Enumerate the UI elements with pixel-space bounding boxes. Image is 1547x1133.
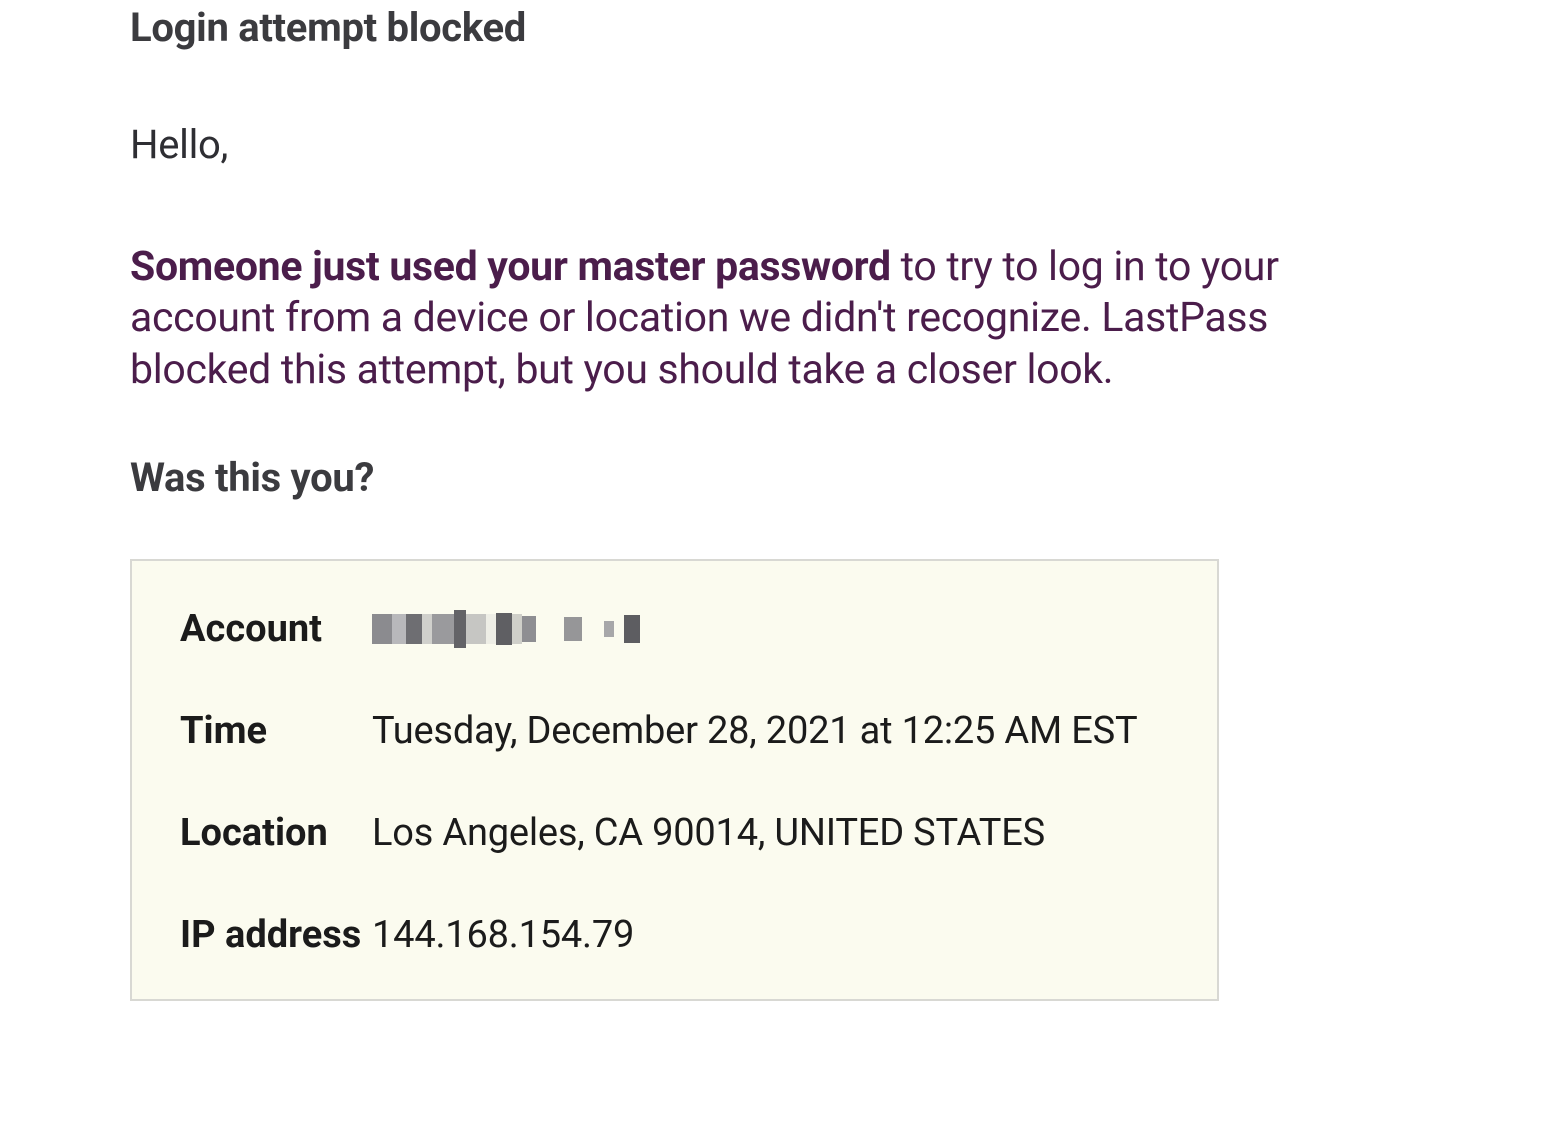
time-label: Time [180, 709, 372, 753]
time-value: Tuesday, December 28, 2021 at 12:25 AM E… [372, 709, 1137, 753]
warning-paragraph: Someone just used your master password t… [130, 242, 1417, 396]
redacted-pixelation-icon [372, 610, 640, 648]
detail-row-time: Time Tuesday, December 28, 2021 at 12:25… [180, 709, 1169, 753]
ip-label: IP address [180, 913, 372, 957]
account-value-redacted [372, 610, 640, 648]
login-details-box: Account [130, 559, 1219, 1001]
page-title: Login attempt blocked [130, 4, 1417, 51]
location-value: Los Angeles, CA 90014, UNITED STATES [372, 811, 1045, 855]
ip-value: 144.168.154.79 [372, 913, 634, 957]
detail-row-location: Location Los Angeles, CA 90014, UNITED S… [180, 811, 1169, 855]
subheading: Was this you? [130, 454, 1417, 501]
email-body: Login attempt blocked Hello, Someone jus… [0, 4, 1547, 1001]
location-label: Location [180, 811, 372, 855]
account-label: Account [180, 607, 372, 651]
detail-row-account: Account [180, 607, 1169, 651]
greeting-text: Hello, [130, 121, 1417, 168]
detail-row-ip: IP address 144.168.154.79 [180, 913, 1169, 957]
warning-bold-lead: Someone just used your master password [130, 243, 891, 291]
